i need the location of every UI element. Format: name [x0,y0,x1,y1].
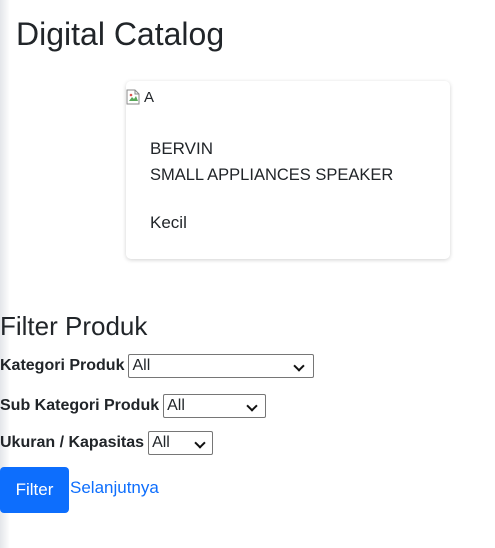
product-brand: BERVIN [150,139,213,158]
chevron-down-icon [293,360,306,372]
filter-title: Filter Produk [0,311,148,341]
kategori-produk-label: Kategori Produk [0,357,125,374]
page-title: Digital Catalog [16,16,225,52]
broken-image-icon [126,89,140,105]
kategori-produk-selected-value: All [132,357,151,374]
product-image-alt-text: A [144,88,155,106]
ukuran-kapasitas-select[interactable]: All [148,431,214,455]
sub-kategori-produk-label: Sub Kategori Produk [0,397,160,414]
left-edge-shadow [0,0,10,548]
ukuran-kapasitas-label: Ukuran / Kapasitas [0,434,145,451]
ukuran-kapasitas-selected-value: All [152,434,170,451]
next-page-link[interactable]: Selanjutnya [70,478,159,498]
sub-kategori-produk-selected-value: All [167,397,185,414]
sub-kategori-produk-select[interactable]: All [163,394,267,418]
chevron-down-icon [194,437,206,449]
ukuran-kapasitas-row: Ukuran / Kapasitas All [0,430,214,456]
kategori-produk-select[interactable]: All [128,354,315,378]
product-image: A [126,87,154,107]
product-name: SMALL APPLIANCES SPEAKER [150,166,394,184]
chevron-down-icon [246,400,258,412]
product-card-body: BERVIN SMALL APPLIANCES SPEAKER Kecil [150,136,393,236]
filter-button[interactable]: Filter [0,467,69,513]
product-size: Kecil [150,213,187,232]
sub-kategori-produk-row: Sub Kategori Produk All [0,393,267,419]
kategori-produk-row: Kategori Produk All [0,353,315,379]
product-card[interactable]: A BERVIN SMALL APPLIANCES SPEAKER Kecil [126,81,450,259]
